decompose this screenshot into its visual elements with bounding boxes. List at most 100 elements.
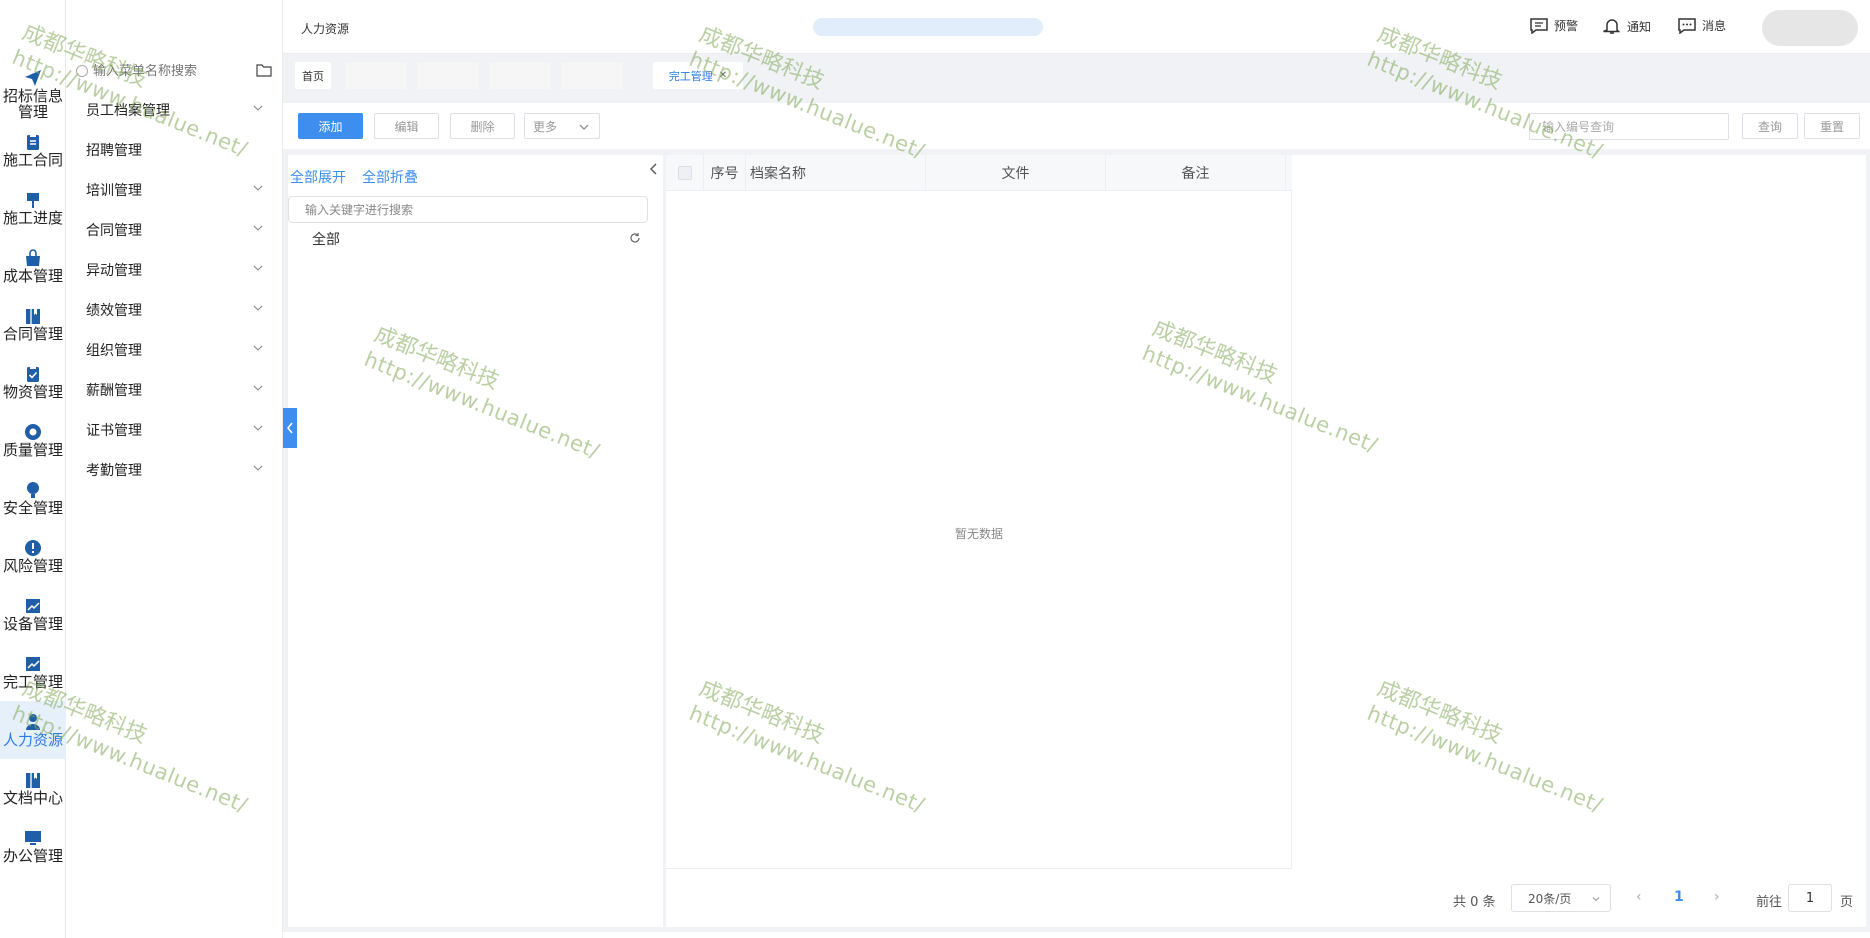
expand-all-link[interactable]: 全部展开: [290, 167, 346, 187]
code-search-input[interactable]: 输入编号查询: [1529, 113, 1729, 140]
tab-blurred-4[interactable]: [561, 62, 623, 89]
submenu-item-label: 合同管理: [86, 223, 142, 239]
submenu-item-label: 薪酬管理: [86, 383, 142, 399]
chevron-down-icon: [253, 385, 263, 391]
current-page[interactable]: 1: [1674, 889, 1684, 905]
submenu-item[interactable]: 员工档案管理: [66, 90, 283, 130]
edit-button[interactable]: 编辑: [374, 113, 439, 139]
rail-item-label: 物资管理: [2, 382, 63, 401]
menu-search[interactable]: [72, 58, 272, 84]
reset-button[interactable]: 重置: [1804, 113, 1860, 139]
submenu-item[interactable]: 招聘管理: [66, 130, 283, 170]
rail-item-label: 设备管理: [2, 614, 63, 633]
submenu-item[interactable]: 培训管理: [66, 170, 283, 210]
tab-blurred-2[interactable]: [417, 62, 479, 89]
rail-item-6[interactable]: 质量管理: [0, 411, 66, 469]
add-button[interactable]: 添加: [298, 113, 363, 139]
tab-bar: 首页 完工管理 ✕: [283, 54, 1870, 96]
tab-active-label: 完工管理: [668, 69, 713, 83]
submenu-item-label: 考勤管理: [86, 463, 142, 479]
pagination: 共 0 条 20条/页 ‹ 1 › 前往 1 页: [666, 877, 1866, 921]
tab-home[interactable]: 首页: [295, 62, 331, 89]
page-size-select[interactable]: 20条/页: [1511, 884, 1611, 912]
rail-item-label: 安全管理: [2, 498, 63, 517]
menu-search-input[interactable]: [93, 63, 243, 79]
bell-icon: [1603, 19, 1621, 34]
submenu-item[interactable]: 异动管理: [66, 250, 283, 290]
alert-icon: [24, 539, 42, 557]
rail-item-2[interactable]: 施工进度: [0, 179, 66, 237]
sidebar-toggle[interactable]: [283, 408, 297, 448]
submenu-item[interactable]: 绩效管理: [66, 290, 283, 330]
query-button[interactable]: 查询: [1742, 113, 1798, 139]
submenu-item[interactable]: 组织管理: [66, 330, 283, 370]
table-header: 序号 档案名称 文件 备注: [666, 155, 1292, 191]
rail-item-7[interactable]: 安全管理: [0, 469, 66, 527]
submenu-item[interactable]: 证书管理: [66, 410, 283, 450]
col-file-label: 文件: [1001, 166, 1030, 182]
rail-item-5[interactable]: 物资管理: [0, 353, 66, 411]
rail-item-1[interactable]: 施工合同: [0, 121, 66, 179]
notify-button[interactable]: 通知: [1603, 17, 1651, 35]
tab-blurred-1[interactable]: [345, 62, 407, 89]
data-table: 序号 档案名称 文件 备注 暂无数据: [666, 155, 1292, 869]
submenu-item-label: 绩效管理: [86, 303, 142, 319]
col-index-label: 序号: [710, 166, 739, 182]
app-root: 招标信息 管理 施工合同 施工进度 成本管理 合同管理 物资管理 质量管理 安全管理 风险管理设…: [0, 0, 1870, 938]
tree-search-input[interactable]: 输入关键字进行搜索: [288, 196, 648, 223]
prev-page-button[interactable]: ‹: [1636, 889, 1642, 905]
next-page-button[interactable]: ›: [1714, 889, 1720, 905]
toolbar: 添加 编辑 删除 更多 输入编号查询 查询 重置: [283, 103, 1870, 149]
empty-text: 暂无数据: [954, 527, 1003, 541]
book-icon: [24, 771, 42, 789]
rail-item-9[interactable]: 设备管理: [0, 585, 66, 643]
col-file: 文件: [926, 155, 1106, 191]
rail-item-0[interactable]: 招标信息 管理: [0, 65, 66, 123]
tab-home-label: 首页: [302, 69, 324, 83]
rail-item-label: 成本管理: [2, 266, 63, 285]
rail-item-10[interactable]: 完工管理: [0, 643, 66, 701]
col-name: 档案名称: [746, 155, 926, 191]
tree-panel: 全部展开 全部折叠 输入关键字进行搜索 全部: [288, 155, 663, 927]
goto-page-input[interactable]: 1: [1788, 884, 1832, 912]
folder-icon[interactable]: [256, 63, 272, 77]
tab-active[interactable]: 完工管理 ✕: [653, 62, 743, 89]
rail-item-11[interactable]: 人力资源: [0, 701, 66, 759]
close-icon[interactable]: ✕: [719, 70, 727, 81]
rail-item-label: 施工进度: [2, 208, 63, 227]
submenu-item[interactable]: 考勤管理: [66, 450, 283, 490]
rail-item-3[interactable]: 成本管理: [0, 237, 66, 295]
refresh-icon[interactable]: [629, 232, 641, 244]
rail-item-4[interactable]: 合同管理: [0, 295, 66, 353]
submenu-item[interactable]: 合同管理: [66, 210, 283, 250]
rail-item-13[interactable]: 办公管理: [0, 817, 66, 875]
module-rail: 招标信息 管理 施工合同 施工进度 成本管理 合同管理 物资管理 质量管理 安全管理 风险管理设…: [0, 0, 170, 938]
message-icon: [1678, 17, 1696, 34]
rail-item-label: 合同管理: [2, 324, 63, 343]
goto-label: 前往: [1756, 895, 1783, 910]
collapse-all-link[interactable]: 全部折叠: [362, 167, 418, 187]
col-remark: 备注: [1106, 155, 1286, 191]
submenu-item-label: 招聘管理: [86, 143, 142, 159]
chevron-down-icon: [253, 425, 263, 431]
chart-icon: [24, 597, 42, 615]
rail-item-label: 质量管理: [2, 440, 63, 459]
submenu-item[interactable]: 薪酬管理: [66, 370, 283, 410]
message-label: 消息: [1702, 19, 1727, 33]
message-button[interactable]: 消息: [1678, 17, 1726, 34]
tab-blurred-3[interactable]: [489, 62, 551, 89]
submenu: 员工档案管理招聘管理培训管理合同管理异动管理绩效管理组织管理薪酬管理证书管理考勤…: [66, 0, 283, 938]
chevron-left-icon[interactable]: [649, 163, 659, 175]
select-all-checkbox[interactable]: [677, 166, 692, 180]
avatar[interactable]: [1762, 10, 1858, 46]
submenu-item-label: 组织管理: [86, 343, 142, 359]
book-icon: [24, 307, 42, 325]
more-dropdown[interactable]: 更多: [524, 113, 600, 139]
bulb-icon: [24, 481, 42, 499]
chart-icon: [24, 655, 42, 673]
delete-button[interactable]: 删除: [450, 113, 515, 139]
tree-root-node[interactable]: 全部: [312, 229, 340, 249]
rail-item-8[interactable]: 风险管理: [0, 527, 66, 585]
rail-item-12[interactable]: 文档中心: [0, 759, 66, 817]
alert-button[interactable]: 预警: [1530, 17, 1578, 34]
